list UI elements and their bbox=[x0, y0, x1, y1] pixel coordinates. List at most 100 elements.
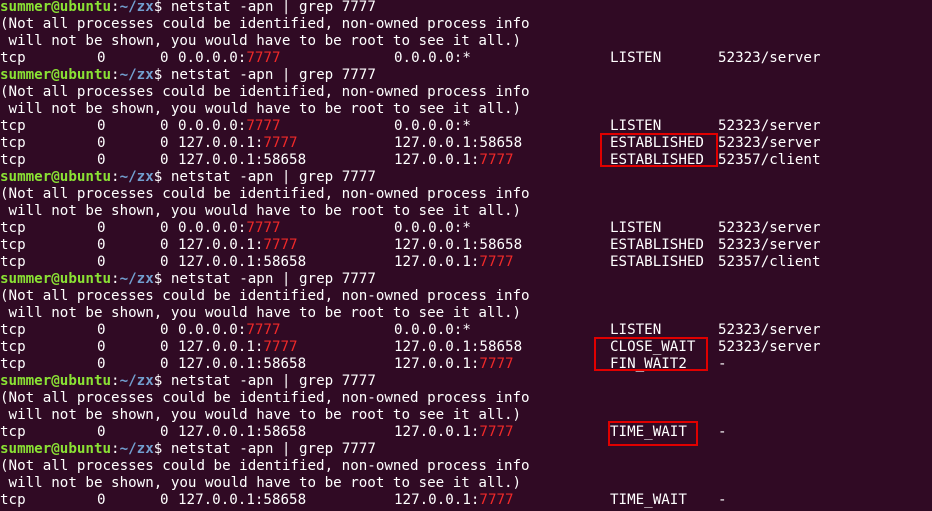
prompt-command: netstat -apn | grep 7777 bbox=[170, 373, 376, 389]
send-q-cell: 0 bbox=[160, 322, 169, 338]
proto-cell: tcp bbox=[0, 322, 26, 338]
state-cell: LISTEN bbox=[610, 50, 662, 66]
prompt-line: summer@ubuntu:~/zx$ netstat -apn | grep … bbox=[0, 67, 932, 84]
state-cell: ESTABLISHED bbox=[610, 254, 704, 270]
send-q-cell: 0 bbox=[160, 492, 169, 508]
proto-cell: tcp bbox=[0, 118, 26, 134]
recv-q-cell: 0 bbox=[97, 254, 106, 270]
prompt-command: netstat -apn | grep 7777 bbox=[170, 67, 376, 83]
prompt-colon: : bbox=[111, 373, 120, 389]
proto-cell: tcp bbox=[0, 50, 26, 66]
recv-q-cell: 0 bbox=[97, 152, 106, 168]
local-address: 0.0.0.0: bbox=[178, 322, 247, 338]
prompt-command: netstat -apn | grep 7777 bbox=[170, 441, 376, 457]
recv-q-cell: 0 bbox=[97, 339, 106, 355]
netstat-row: tcp 0 0 127.0.0.1:7777 127.0.0.1:58658 CLOSE_… bbox=[0, 339, 932, 356]
warning-line: (Not all processes could be identified, … bbox=[0, 458, 530, 474]
netstat-row: tcp 0 0 127.0.0.1:58658 127.0.0.1:7777 TIME_W… bbox=[0, 424, 932, 441]
local-address-cell: 127.0.0.1:7777 bbox=[178, 135, 298, 152]
foreign-address: 0.0.0.0:* bbox=[394, 118, 471, 134]
foreign-address: 127.0.0.1: bbox=[394, 254, 480, 270]
warning-line: will not be shown, you would have to be … bbox=[0, 475, 522, 491]
local-address: 0.0.0.0: bbox=[178, 220, 247, 236]
local-address: 0.0.0.0: bbox=[178, 118, 247, 134]
foreign-port-match: 7777 bbox=[479, 254, 514, 270]
pid-program-cell: 52323/server bbox=[718, 339, 821, 355]
local-address-cell: 0.0.0.0:7777 bbox=[178, 322, 281, 339]
warning-line: (Not all processes could be identified, … bbox=[0, 288, 530, 304]
prompt-path: ~/zx bbox=[119, 67, 154, 83]
netstat-row: tcp 0 0 0.0.0.0:7777 0.0.0.0:* LISTEN 52323/se… bbox=[0, 118, 932, 135]
prompt-path: ~/zx bbox=[119, 271, 154, 287]
foreign-address-cell: 127.0.0.1:7777 bbox=[394, 152, 514, 169]
netstat-row: tcp 0 0 127.0.0.1:58658 127.0.0.1:7777 ESTABL… bbox=[0, 152, 932, 169]
prompt-user: summer@ubuntu bbox=[0, 373, 112, 389]
local-port-match: 7777 bbox=[246, 220, 281, 236]
recv-q-cell: 0 bbox=[97, 356, 106, 372]
proto-cell: tcp bbox=[0, 339, 26, 355]
foreign-port-match: 7777 bbox=[479, 492, 514, 508]
prompt-symbol: $ bbox=[153, 271, 171, 287]
recv-q-cell: 0 bbox=[97, 424, 106, 440]
foreign-address: 0.0.0.0:* bbox=[394, 322, 471, 338]
pid-program-cell: 52323/server bbox=[718, 50, 821, 66]
pid-program-cell: 52323/server bbox=[718, 237, 821, 253]
prompt-symbol: $ bbox=[153, 0, 171, 15]
local-address: 127.0.0.1: bbox=[178, 237, 264, 253]
pid-program-cell: 52323/server bbox=[718, 220, 821, 236]
foreign-address-cell: 127.0.0.1:7777 bbox=[394, 424, 514, 441]
foreign-port-match: 7777 bbox=[479, 152, 514, 168]
local-port-match: 7777 bbox=[246, 118, 281, 134]
local-address-cell: 127.0.0.1:7777 bbox=[178, 237, 298, 254]
foreign-address: 127.0.0.1:58658 bbox=[394, 339, 523, 355]
pid-program-cell: 52323/server bbox=[718, 135, 821, 151]
prompt-symbol: $ bbox=[153, 67, 171, 83]
prompt-user: summer@ubuntu bbox=[0, 441, 112, 457]
prompt-path: ~/zx bbox=[119, 169, 154, 185]
terminal-window[interactable]: summer@ubuntu:~/zx$ netstat -apn | grep … bbox=[0, 0, 932, 511]
recv-q-cell: 0 bbox=[97, 322, 106, 338]
foreign-port-match: 7777 bbox=[479, 356, 514, 372]
recv-q-cell: 0 bbox=[97, 118, 106, 134]
foreign-address: 127.0.0.1: bbox=[394, 492, 480, 508]
pid-program-cell: 52357/client bbox=[718, 152, 821, 168]
netstat-row: tcp 0 0 127.0.0.1:58658 127.0.0.1:7777 ESTABL… bbox=[0, 254, 932, 271]
foreign-address: 127.0.0.1: bbox=[394, 356, 480, 372]
warning-line: will not be shown, you would have to be … bbox=[0, 305, 522, 321]
local-port-match: 7777 bbox=[263, 135, 298, 151]
foreign-address-cell: 127.0.0.1:7777 bbox=[394, 492, 514, 509]
foreign-address-cell: 127.0.0.1:58658 bbox=[394, 237, 522, 254]
netstat-row: tcp 0 0 0.0.0.0:7777 0.0.0.0:* LISTEN 52323/se… bbox=[0, 220, 932, 237]
proto-cell: tcp bbox=[0, 237, 26, 253]
recv-q-cell: 0 bbox=[97, 237, 106, 253]
foreign-address: 127.0.0.1: bbox=[394, 424, 480, 440]
recv-q-cell: 0 bbox=[97, 220, 106, 236]
netstat-row: tcp 0 0 0.0.0.0:7777 0.0.0.0:* LISTEN 52323/se… bbox=[0, 50, 932, 67]
prompt-colon: : bbox=[111, 441, 120, 457]
prompt-line: summer@ubuntu:~/zx$ netstat -apn | grep … bbox=[0, 0, 932, 16]
local-address: 127.0.0.1:58658 bbox=[178, 254, 307, 270]
local-address: 127.0.0.1:58658 bbox=[178, 356, 307, 372]
recv-q-cell: 0 bbox=[97, 492, 106, 508]
local-address-cell: 0.0.0.0:7777 bbox=[178, 50, 281, 67]
local-port-match: 7777 bbox=[263, 237, 298, 253]
prompt-symbol: $ bbox=[153, 373, 171, 389]
foreign-address: 127.0.0.1: bbox=[394, 152, 480, 168]
warning-line: will not be shown, you would have to be … bbox=[0, 33, 522, 49]
prompt-path: ~/zx bbox=[119, 441, 154, 457]
prompt-user: summer@ubuntu bbox=[0, 271, 112, 287]
prompt-command: netstat -apn | grep 7777 bbox=[170, 271, 376, 287]
prompt-line: summer@ubuntu:~/zx$ netstat -apn | grep … bbox=[0, 169, 932, 186]
send-q-cell: 0 bbox=[160, 339, 169, 355]
prompt-user: summer@ubuntu bbox=[0, 0, 112, 15]
prompt-user: summer@ubuntu bbox=[0, 169, 112, 185]
send-q-cell: 0 bbox=[160, 254, 169, 270]
foreign-address-cell: 127.0.0.1:58658 bbox=[394, 135, 522, 152]
proto-cell: tcp bbox=[0, 424, 26, 440]
send-q-cell: 0 bbox=[160, 50, 169, 66]
prompt-command: netstat -apn | grep 7777 bbox=[170, 0, 376, 15]
prompt-path: ~/zx bbox=[119, 373, 154, 389]
proto-cell: tcp bbox=[0, 220, 26, 236]
foreign-port-match: 7777 bbox=[479, 424, 514, 440]
send-q-cell: 0 bbox=[160, 424, 169, 440]
